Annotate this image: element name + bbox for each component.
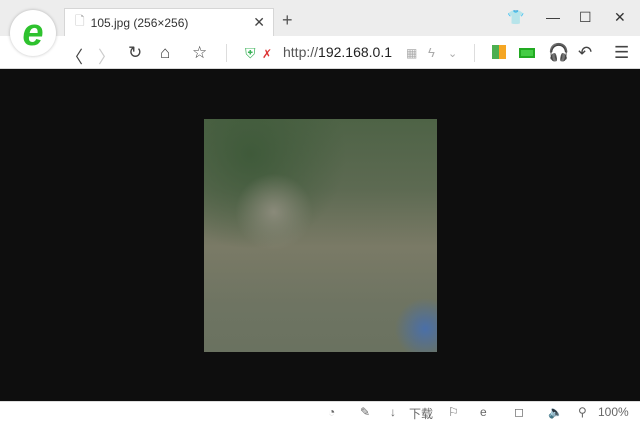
headphones-icon[interactable]: 🎧: [548, 43, 569, 63]
forward-button[interactable]: 〉: [98, 43, 115, 68]
undo-icon[interactable]: ↶: [578, 43, 592, 63]
satellite-image: [204, 119, 437, 352]
divider: [474, 44, 475, 62]
bookmark-star-button[interactable]: ☆: [192, 43, 207, 63]
skin-icon[interactable]: 👕: [507, 9, 524, 26]
address-bar[interactable]: http://192.168.0.1: [283, 44, 392, 60]
url-scheme: http://: [283, 44, 319, 60]
flag-icon[interactable]: ⚐: [448, 405, 459, 419]
new-tab-button[interactable]: +: [282, 10, 293, 31]
chevron-down-icon[interactable]: ⌄: [448, 47, 457, 60]
status-bar: ◔ ✎ ↓ 下载 ⚐ e ◻ 🔈 ⚲ 100%: [0, 401, 640, 423]
download-label[interactable]: 下载: [409, 405, 433, 422]
speed-icon[interactable]: ◔: [328, 405, 335, 419]
ie-icon[interactable]: e: [480, 405, 487, 419]
lightning-icon[interactable]: ϟ: [428, 45, 435, 60]
zoom-icon[interactable]: ⚲: [578, 405, 587, 419]
tab-title: 105.jpg (256×256): [90, 15, 189, 30]
extension-icon[interactable]: ✎: [360, 405, 370, 419]
battery-icon[interactable]: [519, 48, 535, 58]
menu-icon[interactable]: ☰: [614, 43, 629, 63]
window-icon[interactable]: ◻: [514, 405, 524, 419]
qrcode-icon[interactable]: ▦: [406, 46, 417, 60]
back-button[interactable]: 〈: [66, 43, 83, 68]
insecure-icon[interactable]: ✗: [262, 47, 272, 61]
maximize-button[interactable]: ☐: [579, 9, 592, 26]
browser-logo[interactable]: e: [10, 10, 56, 56]
reload-button[interactable]: ↻: [128, 43, 142, 63]
zoom-level[interactable]: 100%: [598, 405, 629, 419]
shield-icon[interactable]: ⛨: [245, 45, 256, 62]
minimize-button[interactable]: —: [546, 9, 560, 25]
download-icon[interactable]: ↓: [390, 405, 396, 419]
file-icon: 🗋: [75, 14, 85, 28]
apps-icon[interactable]: [492, 45, 506, 59]
tab-active[interactable]: 🗋 105.jpg (256×256) ✕: [64, 8, 274, 36]
url-host: 192.168.0.1: [318, 44, 392, 60]
volume-icon[interactable]: 🔈: [548, 405, 563, 419]
divider: [226, 44, 227, 62]
home-button[interactable]: ⌂: [160, 43, 170, 63]
close-tab-icon[interactable]: ✕: [253, 14, 265, 31]
close-window-button[interactable]: ✕: [614, 9, 626, 26]
